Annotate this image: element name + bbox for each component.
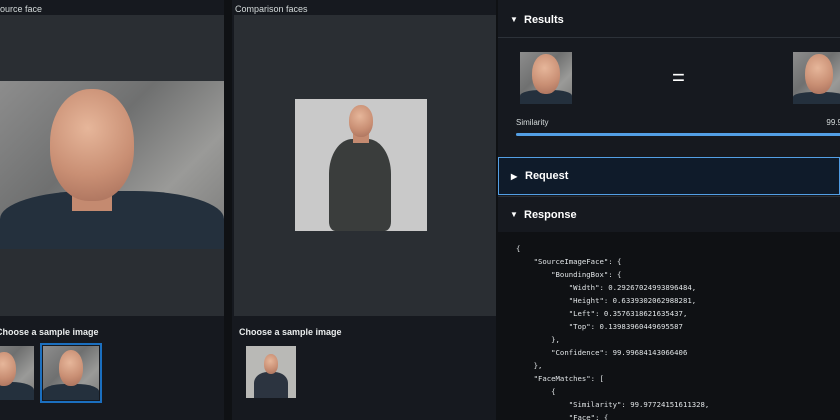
comparison-face-image (295, 99, 427, 231)
source-sample-thumbnail-2[interactable] (40, 343, 102, 403)
json-line: "Height": 0.6339302062988281, (516, 296, 697, 305)
comparison-sample-label: Choose a sample image (239, 327, 342, 337)
source-image-area (0, 15, 224, 316)
json-line: "Width": 0.29267024993896484, (516, 283, 697, 292)
response-title: Response (524, 208, 577, 221)
equals-icon: = (672, 65, 685, 90)
json-line: "Confidence": 99.99684143066406 (516, 348, 688, 357)
source-face-panel: Source face Choose a sample image (0, 0, 224, 420)
caret-down-icon: ▼ (510, 15, 518, 24)
json-line: { (516, 387, 556, 396)
source-face-title: Source face (0, 4, 43, 14)
comparison-faces-panel: Comparison faces Choose a sample image (232, 0, 496, 420)
source-sample-thumbnail-1[interactable] (0, 346, 34, 400)
similarity-progress-bar (516, 133, 840, 136)
json-line: }, (516, 361, 543, 370)
comparison-sample-thumbnail-1[interactable] (246, 346, 296, 398)
json-line: "Face": { (516, 413, 609, 420)
json-line: "Top": 0.13983960449695587 (516, 322, 683, 331)
comparison-image-area (234, 15, 496, 316)
request-section-header[interactable]: ▶ Request (498, 157, 840, 195)
json-line: "Left": 0.3576318621635437, (516, 309, 688, 318)
json-line: "Similarity": 99.97724151611328, (516, 400, 710, 409)
result-source-face (520, 52, 572, 104)
result-comparison-face (793, 52, 840, 104)
source-face-image (0, 81, 224, 249)
similarity-label: Similarity (516, 118, 549, 127)
json-line: "SourceImageFace": { (516, 257, 622, 266)
json-line: }, (516, 335, 560, 344)
caret-down-icon: ▼ (510, 210, 518, 219)
json-line: { (516, 244, 521, 253)
json-line: "BoundingBox": { (516, 270, 622, 279)
results-region: ▼ Results = Similarity 99.9 ▶ Request ▼ … (498, 0, 840, 420)
source-sample-label: Choose a sample image (0, 327, 99, 337)
request-title: Request (525, 170, 569, 182)
results-section-header[interactable]: ▼ Results (498, 2, 840, 38)
json-line: "FaceMatches": [ (516, 374, 604, 383)
response-section-header[interactable]: ▼ Response (498, 196, 840, 232)
similarity-value: 99.9 (826, 118, 840, 127)
similarity-progress-fill (516, 133, 840, 136)
response-json-viewer[interactable]: { "SourceImageFace": { "BoundingBox": { … (498, 232, 840, 420)
caret-right-icon: ▶ (511, 171, 518, 181)
results-title: Results (524, 13, 564, 26)
comparison-faces-title: Comparison faces (235, 4, 308, 14)
